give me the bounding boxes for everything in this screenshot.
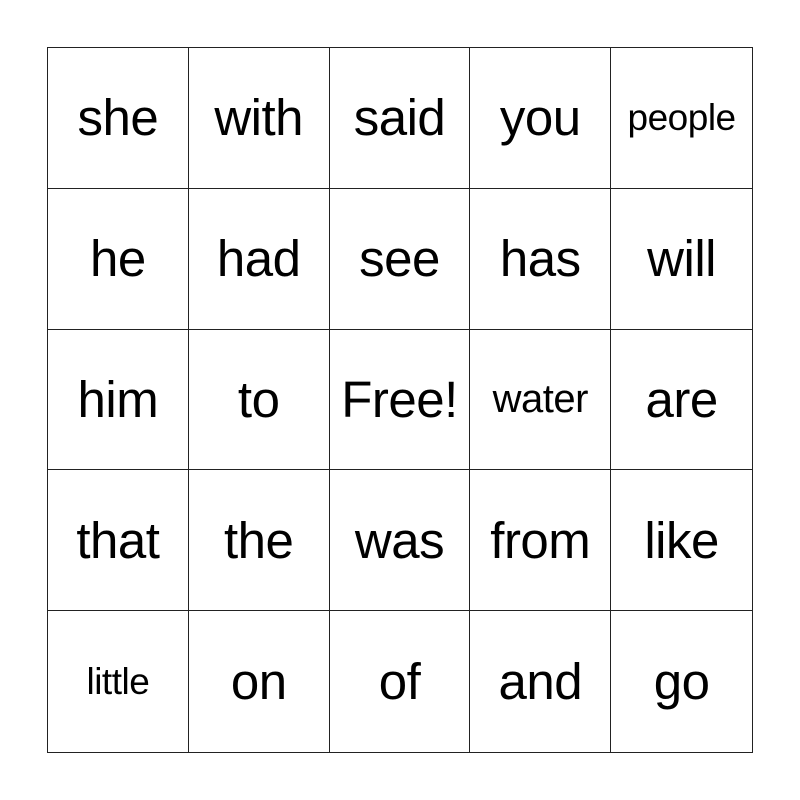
bingo-cell: him bbox=[48, 329, 189, 471]
bingo-cell: little bbox=[48, 611, 189, 752]
bingo-cell: said bbox=[329, 48, 471, 189]
bingo-cell: to bbox=[188, 329, 330, 471]
bingo-cell: like bbox=[611, 470, 752, 612]
bingo-cell: from bbox=[470, 470, 612, 612]
bingo-cell: that bbox=[48, 470, 189, 612]
bingo-cell: you bbox=[470, 48, 612, 189]
bingo-cell: see bbox=[329, 188, 471, 330]
bingo-cell: was bbox=[329, 470, 471, 612]
bingo-cell: and bbox=[470, 611, 612, 752]
bingo-card: she with said you people he had see has will him to… bbox=[47, 47, 753, 753]
bingo-cell: on bbox=[189, 611, 330, 752]
bingo-cell: are bbox=[611, 330, 752, 471]
bingo-cell: he bbox=[48, 188, 189, 330]
bingo-cell: water bbox=[470, 329, 612, 471]
bingo-cell: had bbox=[188, 188, 330, 330]
bingo-cell: will bbox=[611, 189, 752, 330]
bingo-cell: with bbox=[188, 48, 330, 189]
bingo-cell: people bbox=[611, 48, 752, 189]
bingo-free-space: Free! bbox=[329, 329, 471, 471]
bingo-cell: the bbox=[188, 470, 330, 612]
bingo-cell: go bbox=[653, 653, 710, 711]
bingo-cell: of bbox=[330, 611, 471, 752]
bingo-cell: she bbox=[48, 48, 189, 189]
bingo-cell: has bbox=[470, 188, 612, 330]
